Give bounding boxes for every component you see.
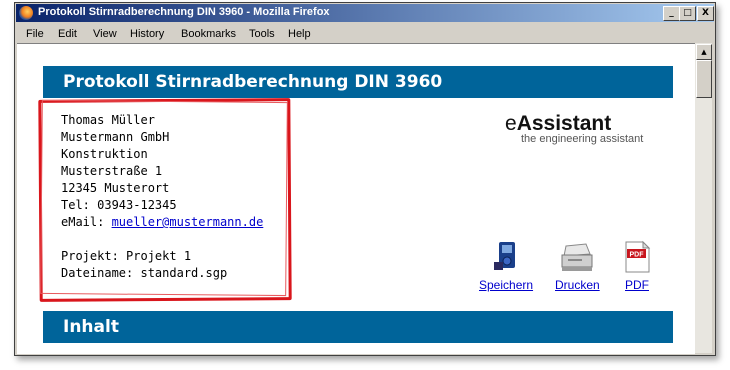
- maximize-button[interactable]: □: [679, 6, 696, 21]
- close-button[interactable]: X: [697, 6, 714, 21]
- contact-company: Mustermann GmbH: [61, 130, 170, 144]
- menu-help[interactable]: Help: [288, 28, 311, 40]
- menu-view[interactable]: View: [93, 28, 117, 40]
- section-heading-inhalt: Inhalt: [43, 311, 673, 343]
- contact-department: Konstruktion: [61, 147, 148, 161]
- menu-bar: File Edit View History Bookmarks Tools H…: [16, 24, 714, 44]
- menu-history[interactable]: History: [130, 28, 164, 40]
- print-button[interactable]: Drucken: [555, 240, 600, 292]
- pdf-icon: PDF: [625, 240, 651, 273]
- contact-email-row: eMail: mueller@mustermann.de: [61, 214, 263, 231]
- email-link[interactable]: mueller@mustermann.de: [112, 215, 264, 229]
- logo-name: Assistant: [516, 112, 612, 135]
- email-label: eMail:: [61, 215, 112, 229]
- address-block: Thomas Müller Mustermann GmbH Konstrukti…: [61, 112, 263, 282]
- contact-street: Musterstraße 1: [61, 164, 163, 178]
- save-button[interactable]: Speichern: [479, 240, 533, 292]
- menu-file[interactable]: File: [26, 28, 44, 40]
- vertical-scrollbar[interactable]: ▲: [695, 43, 712, 353]
- contact-city: 12345 Musterort: [61, 181, 170, 195]
- menu-bookmarks[interactable]: Bookmarks: [181, 28, 236, 40]
- scroll-up-arrow-icon[interactable]: ▲: [696, 44, 712, 60]
- scroll-thumb[interactable]: [696, 60, 712, 98]
- menu-tools[interactable]: Tools: [249, 28, 275, 40]
- pdf-icon-badge: PDF: [630, 252, 645, 259]
- printer-icon: [561, 243, 593, 271]
- page-viewport: Protokoll Stirnradberechnung DIN 3960 Th…: [17, 43, 695, 354]
- window-title: Protokoll Stirnradberechnung DIN 3960 - …: [38, 6, 330, 18]
- contact-tel: Tel: 03943-12345: [61, 198, 177, 212]
- firefox-icon: [19, 6, 33, 20]
- page-title: Protokoll Stirnradberechnung DIN 3960: [43, 66, 673, 98]
- project-name: Projekt: Projekt 1: [61, 249, 192, 263]
- save-label[interactable]: Speichern: [479, 278, 533, 292]
- logo-prefix: e: [505, 112, 517, 135]
- file-name: Dateiname: standard.sgp: [61, 266, 228, 280]
- pdf-label[interactable]: PDF: [622, 278, 652, 292]
- minimize-button[interactable]: _: [663, 6, 680, 21]
- title-bar: Protokoll Stirnradberechnung DIN 3960 - …: [16, 4, 714, 22]
- pdf-button[interactable]: PDF PDF: [622, 240, 652, 292]
- browser-window: Protokoll Stirnradberechnung DIN 3960 - …: [14, 2, 716, 356]
- print-label[interactable]: Drucken: [555, 278, 600, 292]
- eassistant-logo: eAssistant the engineering assistant: [505, 112, 655, 150]
- contact-name: Thomas Müller: [61, 113, 155, 127]
- save-icon: [494, 242, 516, 270]
- logo-tagline: the engineering assistant: [521, 133, 644, 145]
- menu-edit[interactable]: Edit: [58, 28, 77, 40]
